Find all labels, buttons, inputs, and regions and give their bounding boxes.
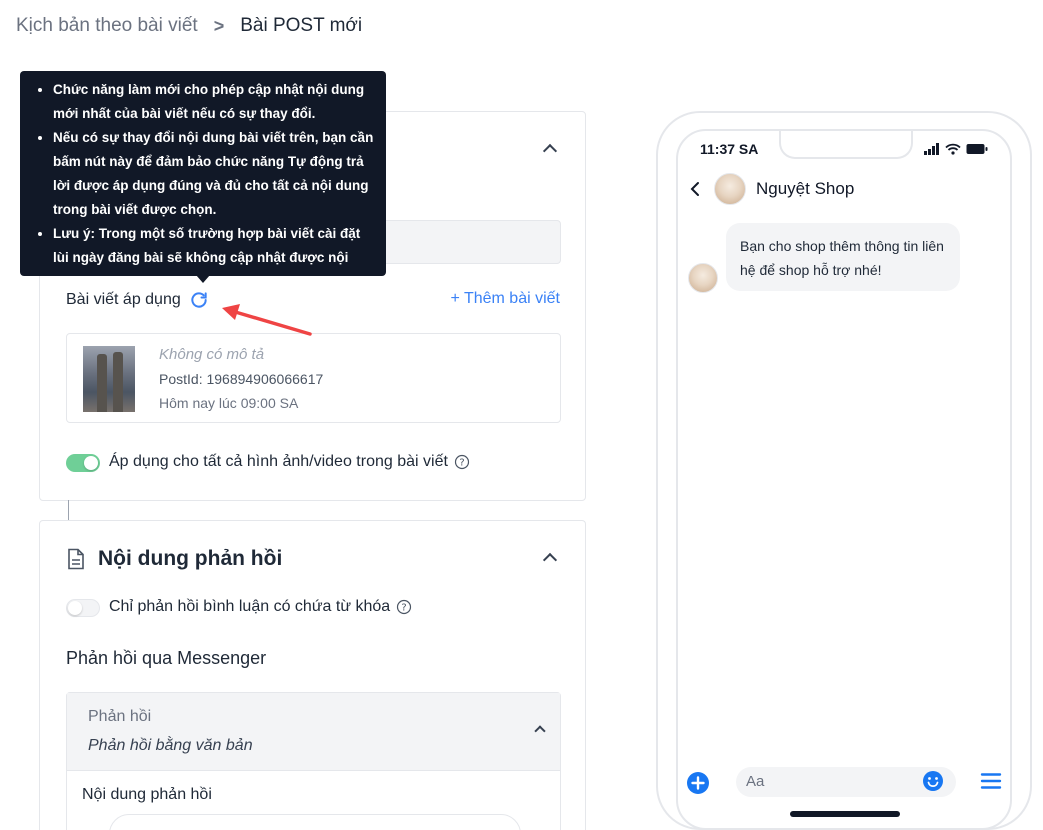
emoji-icon[interactable] [922, 770, 944, 792]
reply-text-input[interactable] [109, 814, 521, 830]
keyword-only-label: Chỉ phản hồi bình luận có chứa từ khóa [109, 598, 391, 615]
help-circle-icon[interactable]: ? [396, 599, 412, 615]
tooltip-list: Chức năng làm mới cho phép cập nhật nội … [53, 78, 376, 294]
post-time: Hôm nay lúc 09:00 SA [159, 395, 299, 411]
battery-icon [966, 144, 988, 154]
tooltip-item: Lưu ý: Trong một số trường hợp bài viết … [53, 222, 376, 294]
add-post-link[interactable]: + Thêm bài viết [450, 290, 560, 308]
breadcrumb-parent-link[interactable]: Kịch bản theo bài viết [16, 15, 198, 37]
shop-name: Nguyệt Shop [756, 179, 855, 198]
apply-all-media-row: Áp dụng cho tất cả hình ảnh/video trong … [109, 453, 470, 471]
add-plus-icon[interactable] [686, 771, 710, 795]
svg-text:?: ? [402, 603, 407, 614]
reply-card-title: Phản hồi [88, 708, 152, 725]
hamburger-menu-icon[interactable] [980, 772, 1002, 790]
status-icons [924, 143, 988, 155]
tooltip-item: Chức năng làm mới cho phép cập nhật nội … [53, 78, 376, 126]
post-item[interactable]: Không có mô tả PostId: 196894906066617 H… [66, 333, 561, 423]
apply-all-media-toggle[interactable] [66, 454, 100, 472]
shop-avatar [714, 173, 746, 205]
message-bubble: Bạn cho shop thêm thông tin liên hệ để s… [726, 223, 960, 291]
post-description: Không có mô tả [159, 346, 265, 363]
post-thumbnail [83, 346, 135, 412]
annotation-arrow-icon [222, 304, 312, 336]
status-time: 11:37 SA [700, 141, 759, 157]
keyword-only-row: Chỉ phản hồi bình luận có chứa từ khóa ? [109, 598, 412, 616]
tooltip-pointer [196, 275, 210, 283]
breadcrumb-separator: > [213, 15, 225, 36]
post-id: PostId: 196894906066617 [159, 371, 324, 387]
collapse-chevron-icon[interactable] [534, 725, 546, 737]
collapse-chevron-icon[interactable] [542, 143, 558, 159]
breadcrumb-current: Bài POST mới [240, 15, 363, 36]
messenger-reply-label: Phản hồi qua Messenger [66, 648, 267, 668]
message-avatar [688, 263, 718, 293]
refresh-tooltip: Chức năng làm mới cho phép cập nhật nội … [20, 71, 386, 289]
breadcrumb: Kịch bản theo bài viết > Bài POST mới [16, 14, 362, 38]
keyword-only-toggle[interactable] [66, 599, 100, 617]
chat-header: Nguyệt Shop [690, 173, 854, 205]
wifi-icon [945, 143, 961, 155]
reply-section-header: Nội dung phản hồi [66, 547, 282, 571]
flow-connector-line [68, 500, 69, 520]
collapse-chevron-icon[interactable] [542, 552, 558, 568]
help-circle-icon[interactable]: ? [454, 454, 470, 470]
document-icon [66, 548, 86, 570]
reply-content-card: Nội dung phản hồi Chỉ phản hồi bình luận… [39, 520, 586, 830]
tooltip-item: Nếu có sự thay đổi nội dung bài viết trê… [53, 126, 376, 222]
phone-screen: 11:37 SA Nguyệt Shop Bạn cho shop thêm t… [676, 129, 1012, 830]
apply-all-media-label: Áp dụng cho tất cả hình ảnh/video trong … [109, 453, 448, 470]
reply-card-subtitle: Phản hồi bằng văn bản [88, 737, 253, 754]
back-arrow-icon[interactable] [690, 181, 700, 197]
svg-text:?: ? [459, 458, 464, 469]
reply-card-header[interactable]: Phản hồi Phản hồi bằng văn bản [67, 693, 560, 771]
reply-card: Phản hồi Phản hồi bằng văn bản Nội dung … [66, 692, 561, 830]
phone-notch [779, 131, 913, 159]
message-composer: Aa [686, 767, 1006, 799]
home-indicator [790, 811, 900, 817]
reply-section-title: Nội dung phản hồi [98, 547, 283, 570]
signal-icon [924, 143, 939, 155]
reply-body-label: Nội dung phản hồi [82, 786, 212, 803]
